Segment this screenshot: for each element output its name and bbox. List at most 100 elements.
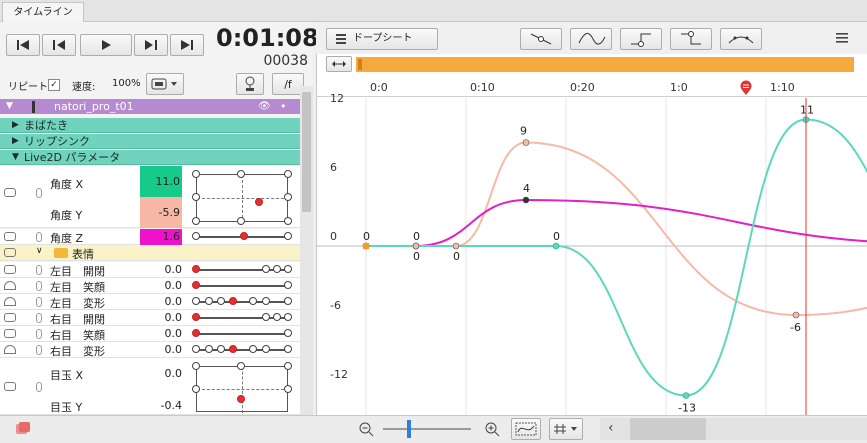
menu-icon[interactable] — [835, 31, 849, 45]
inverse-step-curve-button[interactable] — [670, 28, 712, 50]
speed-value[interactable]: 100% — [112, 78, 141, 89]
zoom-out-icon[interactable] — [358, 421, 374, 437]
pad-current-value[interactable] — [255, 198, 263, 206]
slider-key[interactable] — [273, 313, 281, 321]
value-cell-angle-z[interactable]: 1.6 — [140, 229, 182, 245]
value-cell-angle-y[interactable]: -5.9 — [140, 197, 182, 228]
next-frame-button[interactable] — [134, 34, 168, 56]
slider-key[interactable] — [192, 297, 200, 305]
lock-icon[interactable] — [4, 329, 16, 338]
param-row-angle-z[interactable]: 角度 Z 1.6 — [0, 229, 300, 245]
step-curve-button[interactable] — [620, 28, 662, 50]
pad-handle[interactable] — [284, 385, 292, 393]
display-mode-dropdown[interactable] — [146, 73, 184, 95]
slider-key[interactable] — [284, 345, 292, 353]
param-value[interactable]: -0.4 — [142, 399, 182, 412]
slider-key[interactable] — [192, 232, 200, 240]
link-icon[interactable] — [36, 265, 42, 275]
lock-icon[interactable] — [4, 232, 16, 241]
prev-frame-button[interactable] — [42, 34, 76, 56]
pad-handle[interactable] — [284, 193, 292, 201]
play-range-bar[interactable] — [356, 57, 854, 72]
keyframe[interactable] — [522, 196, 530, 204]
model-row[interactable]: ▼ natori_pro_t01 👁 • — [0, 99, 300, 114]
lock-icon[interactable] — [4, 265, 16, 274]
keyframe[interactable] — [363, 243, 369, 249]
param-slider-track[interactable] — [196, 333, 288, 335]
slider-key[interactable] — [262, 297, 270, 305]
keyframe[interactable] — [412, 242, 420, 250]
value-cell-angle-x[interactable]: 11.0 — [140, 166, 182, 197]
param-row-right-eye-open[interactable]: 右目 開閉 0.0 — [0, 310, 300, 326]
param-row-left-eye-form[interactable]: 左目 変形 0.0 — [0, 294, 300, 310]
grid-dropdown[interactable] — [549, 418, 583, 440]
link-icon[interactable] — [36, 188, 42, 198]
link-icon[interactable] — [36, 382, 42, 392]
expand-arrow-icon[interactable]: ▶ — [12, 118, 19, 133]
slider-key[interactable] — [217, 345, 225, 353]
slider-key[interactable] — [273, 265, 281, 273]
link-icon[interactable] — [36, 297, 42, 307]
group-row-lipsync[interactable]: ▶ リップシンク — [0, 134, 300, 149]
slider-key[interactable] — [284, 297, 292, 305]
param-value[interactable]: 0.0 — [142, 367, 183, 380]
curve-1[interactable] — [366, 198, 867, 247]
param-value[interactable]: 0.0 — [142, 295, 183, 308]
repeat-checkbox[interactable]: ✓ — [48, 79, 60, 91]
slider-key[interactable] — [205, 345, 213, 353]
eye-toggle-icon[interactable] — [4, 297, 16, 306]
eye-toggle-icon[interactable] — [4, 345, 16, 354]
slider-current[interactable] — [192, 281, 200, 289]
slider-current[interactable] — [192, 329, 200, 337]
layers-icon[interactable] — [14, 421, 32, 437]
bezier-curve-button[interactable] — [570, 28, 612, 50]
lock-icon[interactable] — [4, 382, 16, 391]
slider-key[interactable] — [249, 345, 257, 353]
param-value[interactable]: 0.0 — [142, 279, 183, 292]
slider-key[interactable] — [249, 297, 257, 305]
slider-key[interactable] — [284, 313, 292, 321]
playhead-marker-icon[interactable] — [739, 80, 753, 96]
param-value[interactable]: 0.0 — [142, 343, 183, 356]
keyframe[interactable] — [522, 139, 530, 146]
scroll-left-arrow-icon[interactable]: ‹ — [608, 420, 614, 436]
collapse-arrow-icon[interactable]: ▼ — [6, 99, 13, 114]
graph-canvas[interactable]: 0 0 0 0 9 4 0 -13 -6 11 — [316, 98, 867, 415]
lock-icon[interactable] — [4, 188, 16, 197]
horizontal-scrollbar-thumb[interactable] — [630, 418, 706, 440]
slider-key[interactable] — [262, 313, 270, 321]
play-button[interactable] — [80, 34, 132, 56]
slider-current[interactable] — [192, 313, 200, 321]
slider-current[interactable] — [240, 232, 248, 240]
slider-key[interactable] — [284, 281, 292, 289]
slider-current[interactable] — [229, 345, 237, 353]
param-row-left-eye-open[interactable]: 左目 開閉 0.0 — [0, 262, 300, 278]
slider-key[interactable] — [284, 329, 292, 337]
group-row-parameters[interactable]: ▼ Live2D パラメータ — [0, 150, 300, 165]
expand-arrow-icon[interactable]: ▶ — [12, 134, 19, 149]
tab-timeline[interactable]: タイムライン — [2, 2, 84, 22]
zoom-in-icon[interactable] — [484, 421, 500, 437]
pad-handle[interactable] — [192, 385, 200, 393]
link-icon[interactable] — [36, 345, 42, 355]
slider-current[interactable] — [229, 297, 237, 305]
slider-key[interactable] — [192, 345, 200, 353]
pad-current-value[interactable] — [237, 395, 245, 403]
link-icon[interactable] — [36, 281, 42, 291]
subgroup-row-expression[interactable]: ∨ 表情 — [0, 245, 300, 261]
lock-icon[interactable] — [4, 313, 16, 322]
slider-key[interactable] — [262, 345, 270, 353]
param-row-left-eye-smile[interactable]: 左目 笑顔 0.0 — [0, 278, 300, 294]
lock-icon[interactable] — [4, 248, 16, 257]
pad-handle[interactable] — [192, 193, 200, 201]
pad-handle[interactable] — [237, 170, 245, 178]
keyframe[interactable] — [452, 242, 460, 250]
keyframe[interactable] — [552, 242, 560, 250]
pad-handle[interactable] — [192, 362, 200, 370]
dopesheet-button[interactable]: ドープシート — [326, 28, 438, 50]
pad-handle[interactable] — [284, 170, 292, 178]
first-frame-button[interactable] — [6, 34, 40, 56]
linear-curve-button[interactable] — [520, 28, 562, 50]
pad-handle[interactable] — [237, 217, 245, 225]
keyframe[interactable] — [792, 311, 800, 319]
